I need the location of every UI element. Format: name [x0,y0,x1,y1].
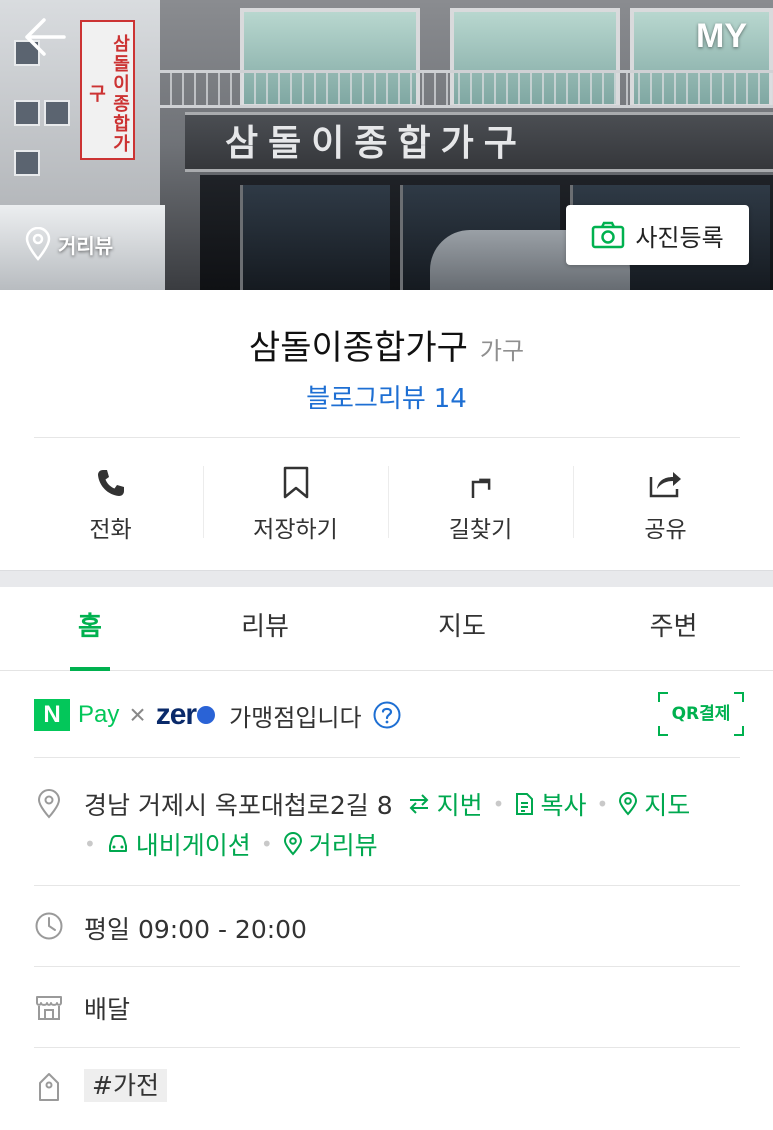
call-label: 전화 [89,517,132,543]
clock-icon [35,912,63,940]
phone-icon [97,470,124,496]
lot-number-label: 지번 [436,791,483,820]
tab-map[interactable]: 지도 [350,587,574,670]
street-view-link[interactable]: 거리뷰 [283,826,378,862]
address-row: 경남 거제시 옥포대첩로2길 8 지번 • 복사 • 지도 [84,786,690,822]
lot-number-button[interactable]: 지번 [407,786,483,822]
location-pin-icon [619,792,638,816]
delivery-info: 배달 [84,995,131,1024]
my-button[interactable]: MY [696,14,747,58]
location-pin-icon [283,832,302,856]
share-icon [649,472,681,498]
separator-dot: • [260,832,273,856]
keyword-tag[interactable]: #가전 [84,1069,167,1102]
payment-row: N Pay × zer 가맹점입니다 QR결제 [34,690,744,740]
npay-text: Pay [78,701,120,728]
divider [34,966,740,967]
section-separator [0,570,773,587]
street-view-label: 거리뷰 [58,233,114,258]
directions-icon [471,478,490,498]
save-button[interactable]: 저장하기 [203,450,388,554]
address-links-row: • 내비게이션 • 거리뷰 [84,826,378,862]
merchant-text: 가맹점입니다 [229,703,362,732]
tab-reviews[interactable]: 리뷰 [180,587,350,670]
photo-register-button[interactable]: 사진등록 [566,205,749,265]
business-hours[interactable]: 평일 09:00 - 20:00 [84,910,307,946]
times-sign: × [129,699,146,730]
qr-payment-label: QR결제 [671,704,731,724]
copy-icon [516,793,534,815]
address-text: 경남 거제시 옥포대첩로2길 8 [84,791,393,820]
separator-dot: • [596,792,609,816]
directions-label: 길찾기 [448,517,513,543]
save-label: 저장하기 [253,517,338,543]
divider [34,1047,740,1048]
tag-icon [39,1073,59,1101]
blog-review-count: 14 [433,384,467,414]
camera-icon [592,221,625,249]
copy-address-button[interactable]: 복사 [514,786,586,822]
photo-vertical-sign: 삼돌이종합가구 [80,20,135,160]
share-button[interactable]: 공유 [573,450,758,554]
tab-bar: 홈 리뷰 지도 주변 [0,587,773,671]
store-icon [36,996,62,1020]
photo-register-label: 사진등록 [635,223,724,252]
action-bar: 전화 저장하기 길찾기 공유 [18,450,758,554]
separator-dot: • [492,792,505,816]
place-title-block: 삼돌이종합가구 가구 블로그리뷰 14 [0,290,773,415]
blog-review-label: 블로그리뷰 [306,384,426,414]
bookmark-icon [283,466,308,499]
arrow-left-icon [25,18,66,56]
keyword-row: #가전 [84,1066,167,1102]
divider [34,885,740,886]
back-button[interactable] [22,14,68,60]
navigation-link[interactable]: 내비게이션 [106,826,251,862]
map-label: 지도 [644,791,691,820]
npay-logo: N [34,699,70,731]
directions-button[interactable]: 길찾기 [388,450,573,554]
share-label: 공유 [644,517,687,543]
place-category: 가구 [479,337,525,365]
location-pin-icon [25,227,51,261]
place-name: 삼돌이종합가구 [248,328,468,368]
qr-payment-button[interactable]: QR결제 [658,692,744,736]
zeropay-logo: zer [156,698,216,732]
separator-dot: • [84,832,96,856]
car-icon [108,835,127,852]
map-link[interactable]: 지도 [618,786,690,822]
photo-signboard: 삼돌이종합가구 [185,112,773,172]
call-button[interactable]: 전화 [18,450,203,554]
help-icon[interactable] [372,700,402,730]
copy-label: 복사 [540,791,587,820]
navigation-label: 내비게이션 [135,831,251,860]
tab-home[interactable]: 홈 [0,587,180,670]
location-pin-icon [37,789,61,819]
divider [34,437,740,438]
tab-nearby[interactable]: 주변 [574,587,773,670]
street-view-button[interactable]: 거리뷰 [24,227,113,261]
divider [34,757,740,758]
blog-review-link[interactable]: 블로그리뷰 14 [306,378,467,415]
street-view-link-label: 거리뷰 [308,831,378,860]
swap-arrows-icon [409,794,429,814]
